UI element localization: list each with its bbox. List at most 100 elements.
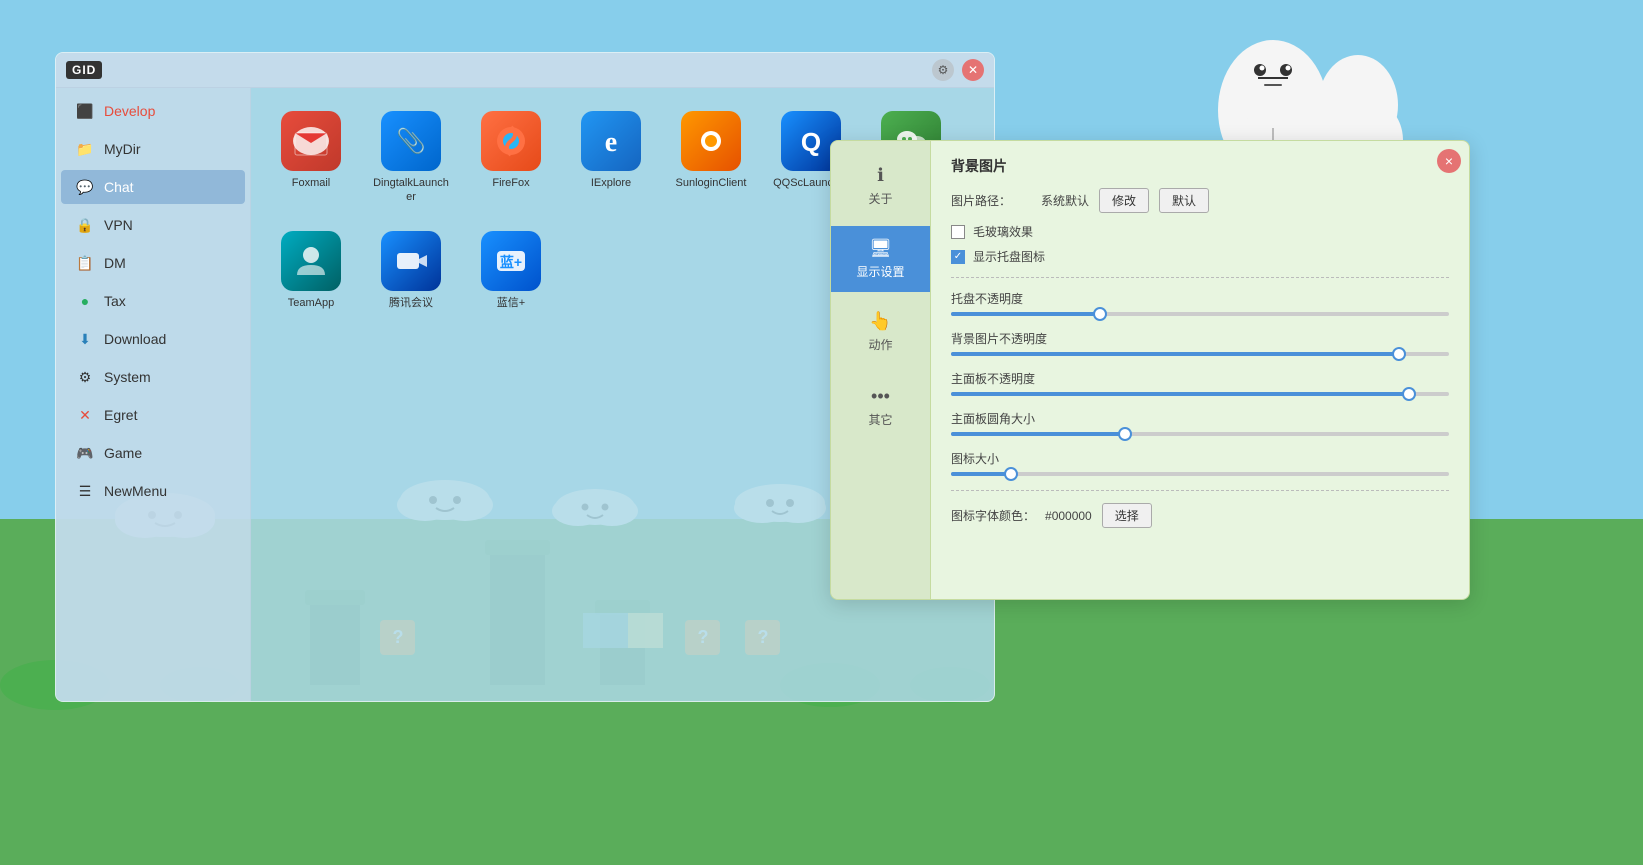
settings-button[interactable]: ⚙ [932,59,954,81]
panel-opacity-thumb[interactable] [1402,387,1416,401]
frosted-glass-row: 毛玻璃效果 [951,223,1449,240]
close-button[interactable]: ✕ [962,59,984,81]
select-color-button[interactable]: 选择 [1102,503,1152,528]
svg-text:e: e [605,127,617,158]
app-item-firefox[interactable]: FireFox [466,103,556,213]
tray-opacity-container: 托盘不透明度 [951,290,1449,316]
sidebar-item-egret[interactable]: ✕ Egret [61,398,245,432]
newmenu-icon: ☰ [76,482,94,500]
bg-opacity-label: 背景图片不透明度 [951,330,1449,347]
settings-nav-display[interactable]: 🖥 显示设置 [831,226,930,292]
nav-motion-label: 动作 [868,336,892,353]
icon-size-thumb[interactable] [1004,467,1018,481]
bg-opacity-fill [951,352,1399,356]
tray-opacity-label: 托盘不透明度 [951,290,1449,307]
path-value: 系统默认 [1041,192,1089,209]
tray-opacity-track[interactable] [951,312,1449,316]
sidebar-item-system[interactable]: ⚙ System [61,360,245,394]
sidebar-item-dm[interactable]: 📋 DM [61,246,245,280]
bg-opacity-track[interactable] [951,352,1449,356]
settings-nav-sidebar: ℹ 关于 🖥 显示设置 👆 动作 ••• 其它 [831,141,931,599]
sidebar-item-download[interactable]: ⬇ Download [61,322,245,356]
chat-icon: 💬 [76,178,94,196]
download-icon: ⬇ [76,330,94,348]
sidebar-item-chat[interactable]: 💬 Chat [61,170,245,204]
settings-nav-motion[interactable]: 👆 动作 [835,299,926,365]
sunlogin-icon [681,111,741,171]
mydir-icon: 📁 [76,140,94,158]
sidebar-label-newmenu: NewMenu [104,483,167,499]
app-item-lanxin[interactable]: 蓝+ 蓝信+ [466,223,556,318]
panel-opacity-track[interactable] [951,392,1449,396]
bg-opacity-container: 背景图片不透明度 [951,330,1449,356]
settings-close-button[interactable]: × [1437,149,1461,173]
settings-nav-about[interactable]: ℹ 关于 [835,153,926,219]
teamapp-icon [281,231,341,291]
teamapp-label: TeamApp [288,296,334,310]
panel-radius-thumb[interactable] [1118,427,1132,441]
lanxin-icon: 蓝+ [481,231,541,291]
nav-display-label: 显示设置 [856,263,904,280]
frosted-glass-checkbox[interactable] [951,225,965,239]
tray-opacity-fill [951,312,1100,316]
dm-icon: 📋 [76,254,94,272]
titlebar-controls: ⚙ ✕ [932,59,984,81]
divider-2 [951,490,1449,491]
icon-size-container: 图标大小 [951,450,1449,476]
icon-color-label: 图标字体颜色： [951,507,1035,524]
show-tray-label: 显示托盘图标 [973,248,1045,265]
close-icon: × [1445,153,1453,169]
launcher-titlebar: GID ⚙ ✕ [56,53,994,88]
sidebar-item-tax[interactable]: ● Tax [61,284,245,318]
svg-text:蓝+: 蓝+ [500,254,522,270]
panel-radius-track[interactable] [951,432,1449,436]
display-icon: 🖥 [869,238,892,259]
app-item-ie[interactable]: e IExplore [566,103,656,213]
app-item-teamapp[interactable]: TeamApp [266,223,356,318]
sidebar-label-chat: Chat [104,179,134,195]
bg-opacity-thumb[interactable] [1392,347,1406,361]
system-icon: ⚙ [76,368,94,386]
app-item-sunlogin[interactable]: SunloginClient [666,103,756,213]
panel-opacity-container: 主面板不透明度 [951,370,1449,396]
sidebar-label-game: Game [104,445,142,461]
sidebar-label-develop: Develop [104,103,155,119]
show-tray-checkbox[interactable] [951,250,965,264]
tray-opacity-thumb[interactable] [1093,307,1107,321]
sidebar-item-develop[interactable]: ⬛ Develop [61,94,245,128]
egret-icon: ✕ [76,406,94,424]
icon-size-fill [951,472,1011,476]
icon-size-track[interactable] [951,472,1449,476]
lanxin-label: 蓝信+ [497,296,525,310]
vpn-icon: 🔒 [76,216,94,234]
modify-button[interactable]: 修改 [1099,188,1149,213]
sidebar-item-newmenu[interactable]: ☰ NewMenu [61,474,245,508]
tax-icon: ● [76,292,94,310]
svg-text:📎: 📎 [396,126,426,155]
nav-other-label: 其它 [868,411,892,428]
app-item-dingtalk[interactable]: 📎 DingtalkLauncher [366,103,456,213]
sidebar-label-download: Download [104,331,166,347]
panel-radius-label: 主面板圆角大小 [951,410,1449,427]
sidebar-item-game[interactable]: 🎮 Game [61,436,245,470]
sidebar-item-mydir[interactable]: 📁 MyDir [61,132,245,166]
sidebar-item-vpn[interactable]: 🔒 VPN [61,208,245,242]
sidebar-label-egret: Egret [104,407,137,423]
other-icon: ••• [871,386,890,407]
sidebar-label-vpn: VPN [104,217,133,233]
settings-nav-other[interactable]: ••• 其它 [835,374,926,440]
svg-text:Q: Q [801,127,821,157]
panel-opacity-label: 主面板不透明度 [951,370,1449,387]
default-button[interactable]: 默认 [1159,188,1209,213]
app-item-foxmail[interactable]: Foxmail [266,103,356,213]
wallpaper-section-title: 背景图片 [951,156,1449,176]
sidebar-label-tax: Tax [104,293,126,309]
ie-label: IExplore [591,176,631,190]
dingtalk-icon: 📎 [381,111,441,171]
tencent-icon [381,231,441,291]
panel-opacity-fill [951,392,1409,396]
panel-radius-container: 主面板圆角大小 [951,410,1449,436]
motion-icon: 👆 [869,311,891,332]
settings-content: 背景图片 图片路径： 系统默认 修改 默认 毛玻璃效果 显示托盘图标 托盘不透明… [931,141,1469,599]
app-item-tencent[interactable]: 腾讯会议 [366,223,456,318]
